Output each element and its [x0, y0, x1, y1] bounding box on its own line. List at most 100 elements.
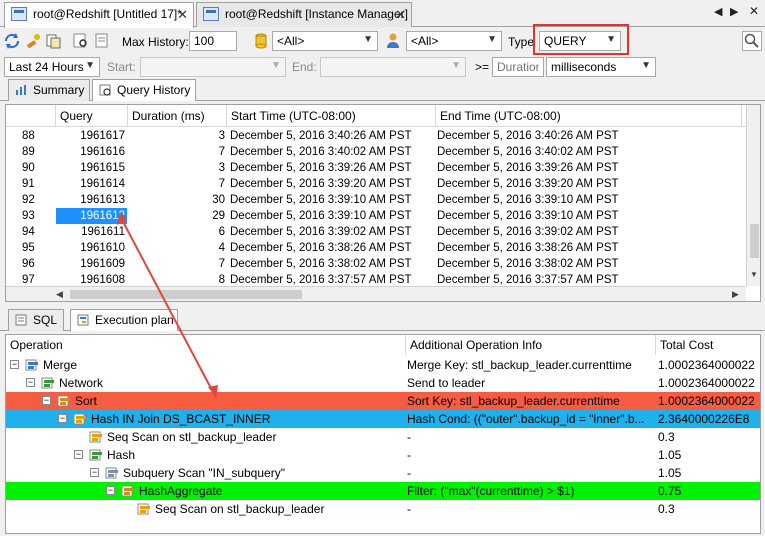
collapse-toggle-icon[interactable]: − [106, 486, 115, 495]
column-header-operation[interactable]: Operation [6, 335, 406, 355]
end-time-cell[interactable]: December 5, 2016 3:39:20 AM PST [437, 176, 743, 192]
query-id-cell[interactable]: 1961615 [56, 160, 127, 176]
table-row[interactable]: 92 1961613 30 December 5, 2016 3:39:10 AM P… [6, 192, 746, 208]
plan-node-row[interactable]: − Subquery Scan "IN_subquery" - 1.05 [6, 464, 760, 482]
scroll-tabs-right-icon[interactable]: ▶ [730, 5, 738, 18]
scroll-thumb[interactable] [750, 224, 759, 258]
duration-cell[interactable]: 7 [128, 256, 227, 272]
query-id-cell[interactable]: 1961617 [56, 128, 127, 144]
duration-cell[interactable]: 7 [128, 144, 227, 160]
max-history-input[interactable]: 100 [189, 31, 237, 51]
table-row[interactable]: 88 1961617 3 December 5, 2016 3:40:26 AM PS… [6, 128, 746, 144]
table-row[interactable]: 90 1961615 3 December 5, 2016 3:39:26 AM PS… [6, 160, 746, 176]
plan-node-row[interactable]: − Merge Merge Key: stl_backup_leader.curre… [6, 356, 760, 374]
duration-cell[interactable]: 29 [128, 208, 227, 224]
collapse-toggle-icon[interactable]: − [42, 396, 51, 405]
plan-node-row[interactable]: − Hash IN Join DS_BCAST_INNER Hash Cond: (… [6, 410, 760, 428]
scroll-thumb[interactable] [70, 290, 302, 299]
collapse-toggle-icon[interactable]: − [74, 450, 83, 459]
column-header-additional-info[interactable]: Additional Operation Info [406, 335, 656, 355]
tab-untitled-17[interactable]: root@Redshift [Untitled 17]* ✕ [4, 2, 194, 28]
start-time-cell[interactable]: December 5, 2016 3:39:10 AM PST [230, 208, 435, 224]
start-time-cell[interactable]: December 5, 2016 3:38:26 AM PST [230, 240, 435, 256]
start-time-cell[interactable]: December 5, 2016 3:40:02 AM PST [230, 144, 435, 160]
duration-cell[interactable]: 6 [128, 224, 227, 240]
query-id-cell[interactable]: 1961610 [56, 240, 127, 256]
column-header-duration[interactable]: Duration (ms) [128, 105, 227, 127]
end-time-cell[interactable]: December 5, 2016 3:39:26 AM PST [437, 160, 743, 176]
column-header-total-cost[interactable]: Total Cost [656, 335, 760, 355]
close-icon[interactable]: ✕ [177, 7, 188, 23]
query-id-cell[interactable]: 1961612 [56, 208, 127, 224]
time-range-select[interactable]: Last 24 Hours ▼ [4, 57, 100, 77]
column-header-query[interactable]: Query [56, 105, 128, 127]
duration-unit-select[interactable]: milliseconds ▼ [546, 57, 656, 77]
plan-node-row[interactable]: − Hash - 1.05 [6, 446, 760, 464]
end-time-cell[interactable]: December 5, 2016 3:40:26 AM PST [437, 128, 743, 144]
table-row[interactable]: 91 1961614 7 December 5, 2016 3:39:20 AM PS… [6, 176, 746, 192]
copy-icon[interactable] [45, 32, 63, 50]
close-all-icon[interactable]: ✕ [749, 4, 759, 18]
duration-cell[interactable]: 30 [128, 192, 227, 208]
table-row[interactable]: 94 1961611 6 December 5, 2016 3:39:02 AM PS… [6, 224, 746, 240]
refresh-icon[interactable] [3, 32, 21, 50]
table-row[interactable]: 95 1961610 4 December 5, 2016 3:38:26 AM PS… [6, 240, 746, 256]
close-icon[interactable]: ✕ [395, 7, 406, 23]
end-time-cell[interactable]: December 5, 2016 3:39:10 AM PST [437, 192, 743, 208]
column-header-start-time[interactable]: Start Time (UTC-08:00) [227, 105, 436, 127]
start-time-cell[interactable]: December 5, 2016 3:38:02 AM PST [230, 256, 435, 272]
end-time-cell[interactable]: December 5, 2016 3:40:02 AM PST [437, 144, 743, 160]
kill-query-icon[interactable] [24, 32, 42, 50]
collapse-toggle-icon[interactable]: − [58, 414, 67, 423]
tab-query-history[interactable]: Query History [92, 79, 196, 101]
query-id-cell[interactable]: 1961614 [56, 176, 127, 192]
scroll-down-icon[interactable]: ▼ [750, 270, 758, 279]
query-id-cell[interactable]: 1961609 [56, 256, 127, 272]
tab-instance-manager[interactable]: root@Redshift [Instance Manager] ✕ [196, 2, 412, 27]
end-time-cell[interactable]: December 5, 2016 3:38:26 AM PST [437, 240, 743, 256]
end-date-select[interactable]: ▼ [320, 57, 466, 77]
query-id-cell[interactable]: 1961613 [56, 192, 127, 208]
filter-icon[interactable] [72, 32, 90, 50]
collapse-toggle-icon[interactable]: − [10, 360, 19, 369]
plan-node-row[interactable]: − Sort Sort Key: stl_backup_leader.current… [6, 392, 760, 410]
duration-cell[interactable]: 4 [128, 240, 227, 256]
vertical-scrollbar[interactable]: ▼ [746, 105, 760, 286]
start-time-cell[interactable]: December 5, 2016 3:39:02 AM PST [230, 224, 435, 240]
start-time-cell[interactable]: December 5, 2016 3:39:26 AM PST [230, 160, 435, 176]
plan-node-row[interactable]: − HashAggregate Filter: ("max"(currenttime… [6, 482, 760, 500]
scroll-right-icon[interactable]: ▶ [732, 289, 739, 300]
duration-cell[interactable]: 3 [128, 160, 227, 176]
query-id-cell[interactable]: 1961616 [56, 144, 127, 160]
tab-sql[interactable]: SQL [8, 309, 64, 331]
scroll-left-icon[interactable]: ◀ [56, 289, 63, 300]
tab-summary[interactable]: Summary [8, 79, 90, 101]
duration-cell[interactable]: 7 [128, 176, 227, 192]
find-icon[interactable] [94, 32, 112, 50]
duration-cell[interactable]: 3 [128, 128, 227, 144]
horizontal-scrollbar[interactable]: ◀ ▶ [6, 286, 746, 301]
table-row[interactable]: 93 1961612 29 December 5, 2016 3:39:10 AM P… [6, 208, 746, 224]
database-filter-select[interactable]: <All> ▼ [272, 31, 378, 51]
plan-node-row[interactable]: Seq Scan on stl_backup_leader - 0.3 [6, 428, 760, 446]
column-header-end-time[interactable]: End Time (UTC-08:00) [436, 105, 742, 127]
duration-input[interactable] [492, 57, 544, 77]
start-time-cell[interactable]: December 5, 2016 3:39:20 AM PST [230, 176, 435, 192]
search-button[interactable] [742, 31, 762, 51]
plan-node-row[interactable]: − Network Send to leader 1.0002364000022 [6, 374, 760, 392]
end-time-cell[interactable]: December 5, 2016 3:38:02 AM PST [437, 256, 743, 272]
scroll-tabs-left-icon[interactable]: ◀ [714, 5, 722, 18]
query-id-cell[interactable]: 1961611 [56, 224, 127, 240]
plan-node-row[interactable]: Seq Scan on stl_backup_leader - 0.3 [6, 500, 760, 518]
end-time-cell[interactable]: December 5, 2016 3:39:02 AM PST [437, 224, 743, 240]
table-row[interactable]: 89 1961616 7 December 5, 2016 3:40:02 AM PS… [6, 144, 746, 160]
start-date-select[interactable]: ▼ [140, 57, 286, 77]
start-time-cell[interactable]: December 5, 2016 3:39:10 AM PST [230, 192, 435, 208]
start-time-cell[interactable]: December 5, 2016 3:40:26 AM PST [230, 128, 435, 144]
collapse-toggle-icon[interactable]: − [90, 468, 99, 477]
type-select[interactable]: QUERY ▼ [539, 31, 621, 51]
collapse-toggle-icon[interactable]: − [26, 378, 35, 387]
tab-execution-plan[interactable]: Execution plan [70, 309, 178, 331]
user-filter-select[interactable]: <All> ▼ [406, 31, 502, 51]
end-time-cell[interactable]: December 5, 2016 3:39:10 AM PST [437, 208, 743, 224]
